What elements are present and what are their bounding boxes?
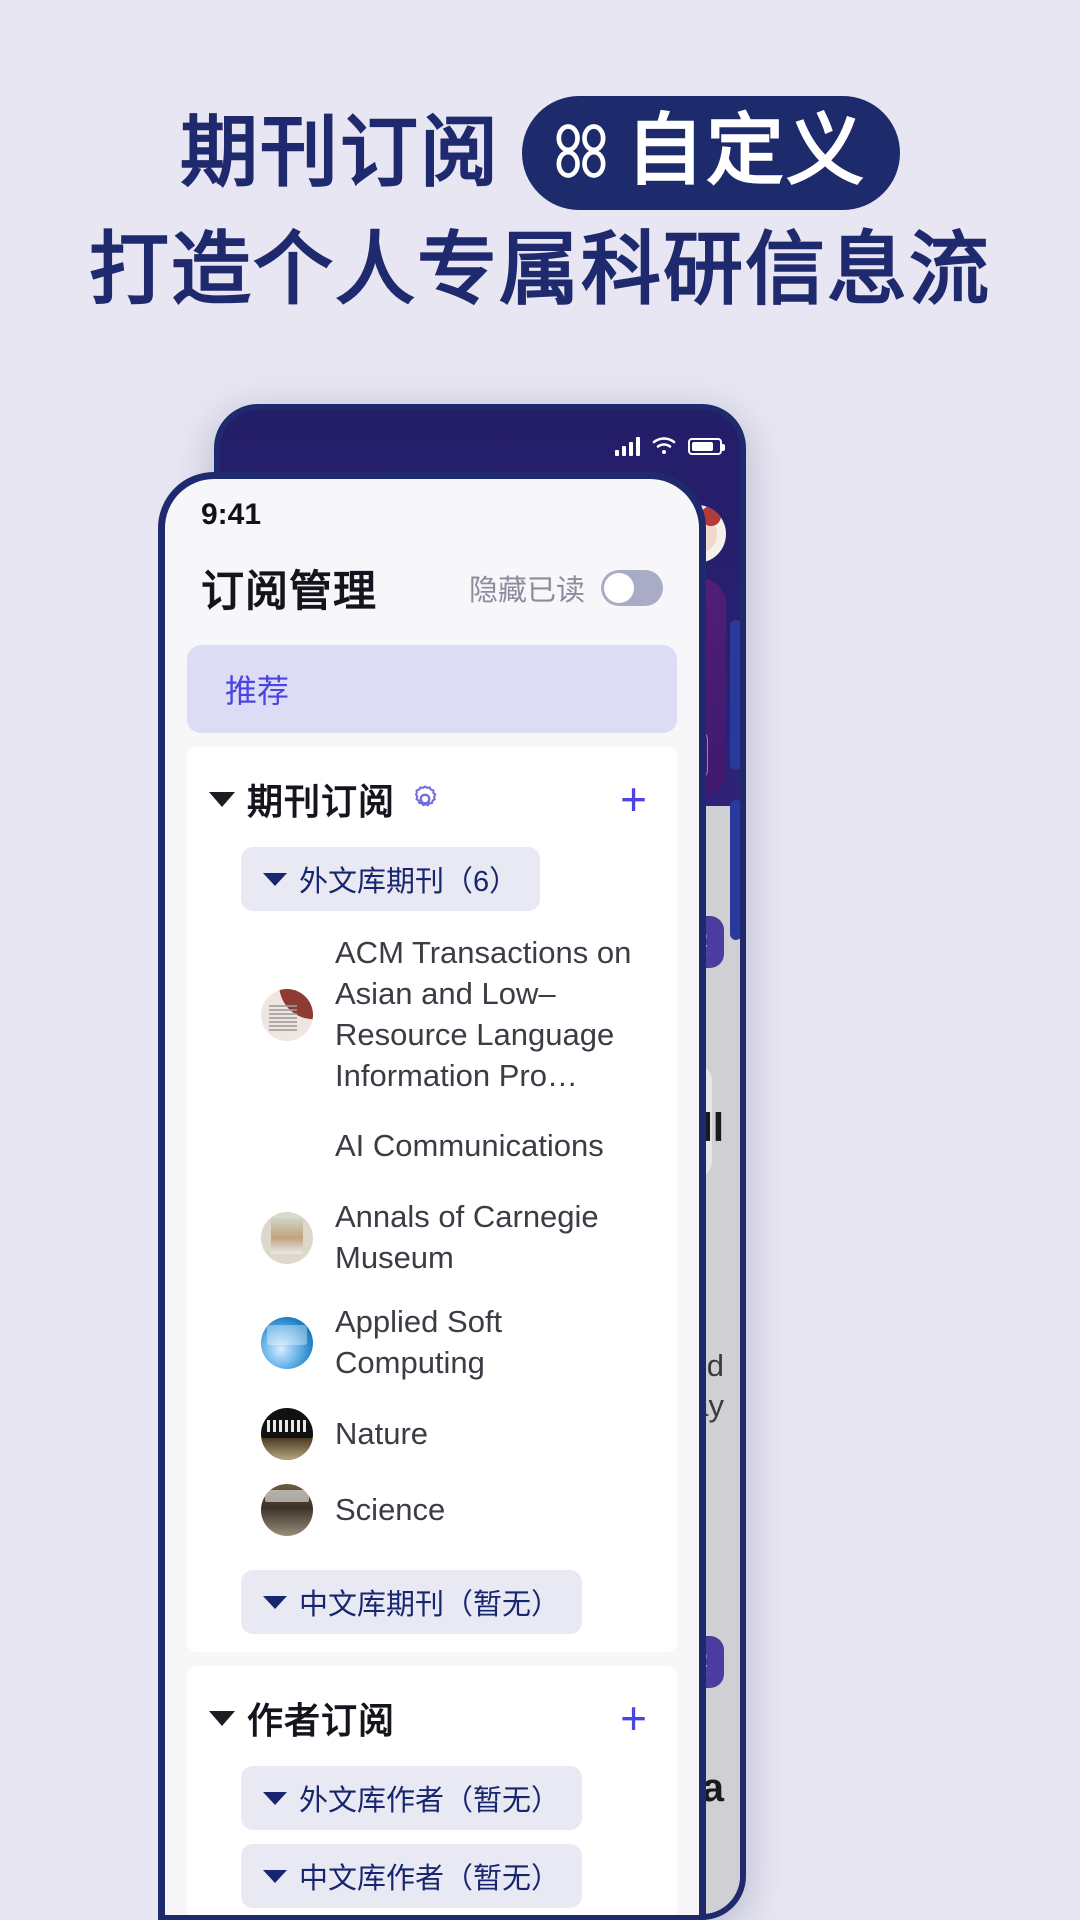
group-chip-label: 中文库作者（暂无） (299, 1863, 561, 1896)
section-author-subscription: 作者订阅 + 外文库作者（暂无） 中文库作者（暂无） (187, 1666, 677, 1915)
group-chip-foreign-journals[interactable]: 外文库期刊（6） (241, 847, 541, 911)
headline-line-2: 打造个人专属科研信息流 (0, 224, 1080, 314)
journal-cover-acm-icon (261, 988, 313, 1041)
chevron-down-icon (263, 872, 287, 886)
signal-icon (615, 436, 640, 456)
chevron-down-icon (263, 1791, 287, 1805)
journal-name: Science (335, 1491, 446, 1527)
section-title: 作者订阅 (247, 1700, 396, 1742)
hide-read-control[interactable]: 隐藏已读 (469, 567, 663, 609)
group-chip-chinese-journals[interactable]: 中文库期刊（暂无） (241, 1570, 583, 1635)
group-chip-label: 中文库期刊（暂无） (299, 1589, 561, 1622)
add-journal-button[interactable]: + (620, 776, 647, 822)
chevron-down-icon[interactable] (209, 1710, 235, 1726)
journal-name: Annals of Carnegie Museum (335, 1198, 599, 1275)
background-status-bar (615, 436, 725, 456)
journal-name: AI Communications (335, 1128, 604, 1164)
battery-icon (688, 437, 725, 455)
journal-name: Nature (335, 1415, 429, 1451)
page-header: 订阅管理 隐藏已读 (165, 551, 699, 643)
journal-cover-asc-icon (261, 1317, 313, 1370)
section-header[interactable]: 期刊订阅 + (187, 765, 677, 833)
hide-read-label: 隐藏已读 (468, 575, 585, 607)
grid-four-icon (556, 124, 606, 178)
headline-pill-text: 自定义 (626, 106, 867, 194)
section-journal-subscription: 期刊订阅 + 外文库期刊（6） ACM Transactions on Asia… (187, 747, 677, 1653)
group-chip-label: 外文库期刊（6） (299, 866, 519, 898)
headline-subtitle: 打造个人专属科研信息流 (89, 224, 991, 314)
list-item[interactable]: ACM Transactions on Asian and Low–Resour… (187, 921, 677, 1109)
status-bar: 9:41 (165, 479, 699, 551)
journal-cover-blank-icon (261, 1121, 313, 1173)
page-title: 订阅管理 (201, 568, 377, 616)
list-item[interactable]: Nature (187, 1396, 677, 1472)
list-item[interactable]: Applied Soft Computing (187, 1290, 677, 1396)
group-chip-chinese-authors[interactable]: 中文库作者（暂无） (241, 1844, 583, 1909)
journal-cover-annals-icon (261, 1211, 313, 1264)
promo-headline: 期刊订阅 自定义 打造个人专属科研信息流 (0, 96, 1080, 312)
journal-cover-science-icon (261, 1484, 313, 1537)
background-scroll-rail-2[interactable] (730, 800, 740, 940)
list-item[interactable]: Science (187, 1472, 677, 1548)
list-item[interactable]: AI Communications (187, 1109, 677, 1185)
tab-recommended[interactable]: 推荐 (187, 645, 677, 733)
background-scroll-rail-1[interactable] (730, 620, 740, 770)
wifi-icon (652, 437, 676, 454)
journal-name: Applied Soft Computing (335, 1304, 503, 1381)
section-header[interactable]: 作者订阅 + (187, 1684, 677, 1752)
foreground-phone: 9:41 订阅管理 隐藏已读 推荐 期刊订阅 + 外文库期刊（6） ACM Tr… (158, 472, 706, 1920)
section-title: 期刊订阅 (247, 781, 396, 822)
chevron-down-icon (263, 1595, 287, 1609)
gear-icon[interactable] (409, 783, 441, 815)
headline-line-1: 期刊订阅 自定义 (0, 96, 1080, 210)
journal-name: ACM Transactions on Asian and Low–Resour… (335, 935, 632, 1093)
list-item[interactable]: Annals of Carnegie Museum (187, 1185, 677, 1291)
headline-left-text: 期刊订阅 (179, 108, 500, 196)
status-time: 9:41 (201, 498, 262, 531)
headline-pill: 自定义 (522, 96, 901, 210)
hide-read-toggle[interactable] (601, 570, 663, 606)
group-chip-label: 外文库作者（暂无） (299, 1785, 561, 1818)
chevron-down-icon[interactable] (209, 791, 235, 807)
journal-list: ACM Transactions on Asian and Low–Resour… (187, 911, 677, 1548)
add-author-button[interactable]: + (620, 1695, 647, 1741)
journal-cover-nature-icon (261, 1408, 313, 1461)
tab-recommended-label: 推荐 (225, 673, 290, 709)
chevron-down-icon (263, 1869, 287, 1883)
group-chip-foreign-authors[interactable]: 外文库作者（暂无） (241, 1766, 583, 1831)
